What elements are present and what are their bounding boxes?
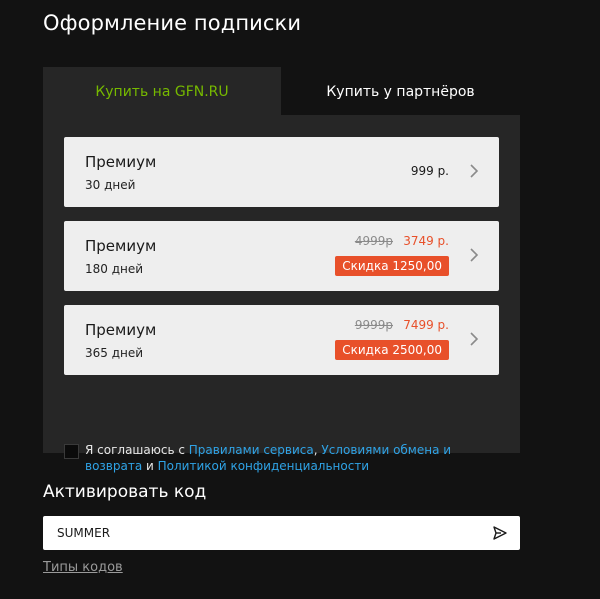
plan-old-price: 4999р	[354, 234, 393, 248]
send-icon[interactable]	[493, 526, 507, 540]
discount-badge: Скидка 2500,00	[335, 340, 449, 360]
agreement-and: и	[142, 458, 158, 473]
code-field	[43, 516, 520, 550]
plans-container: Премиум 30 дней 999 р. Премиум 180 дней …	[43, 115, 520, 473]
plan-price: 999 р.	[410, 164, 449, 178]
code-types-link[interactable]: Типы кодов	[43, 560, 123, 575]
plan-card-365-days[interactable]: Премиум 365 дней 9999р 7499 р. Скидка 25…	[64, 305, 499, 375]
subscription-panel: Купить на GFN.RU Купить у партнёров Прем…	[43, 67, 520, 473]
plan-duration: 365 дней	[85, 346, 144, 360]
agreement-text: Я соглашаюсь с Правилами сервиса, Услови…	[85, 443, 505, 474]
plan-name: Премиум	[85, 321, 157, 339]
plan-duration: 30 дней	[85, 178, 136, 192]
chevron-right-icon	[470, 248, 479, 262]
chevron-right-icon	[470, 164, 479, 178]
plan-name: Премиум	[85, 153, 157, 171]
chevron-right-icon	[470, 332, 479, 346]
plan-old-price: 9999р	[354, 318, 393, 332]
agreement-checkbox[interactable]	[64, 444, 79, 459]
code-input[interactable]	[43, 516, 473, 550]
tab-buy-gfn[interactable]: Купить на GFN.RU	[43, 67, 281, 117]
agreement-prefix: Я соглашаюсь с	[85, 443, 189, 457]
link-privacy-policy[interactable]: Политикой конфиденциальности	[158, 459, 369, 473]
plan-card-30-days[interactable]: Премиум 30 дней 999 р.	[64, 137, 499, 207]
plan-duration: 180 дней	[85, 262, 144, 276]
plan-card-180-days[interactable]: Премиум 180 дней 4999р 3749 р. Скидка 12…	[64, 221, 499, 291]
plan-new-price: 3749 р.	[403, 234, 449, 248]
tab-buy-partners[interactable]: Купить у партнёров	[281, 67, 520, 117]
page-title: Оформление подписки	[43, 11, 302, 35]
plan-name: Премиум	[85, 237, 157, 255]
discount-badge: Скидка 1250,00	[335, 256, 449, 276]
plan-new-price: 7499 р.	[403, 318, 449, 332]
link-service-rules[interactable]: Правилами сервиса	[189, 443, 314, 457]
activate-code-title: Активировать код	[43, 482, 207, 502]
